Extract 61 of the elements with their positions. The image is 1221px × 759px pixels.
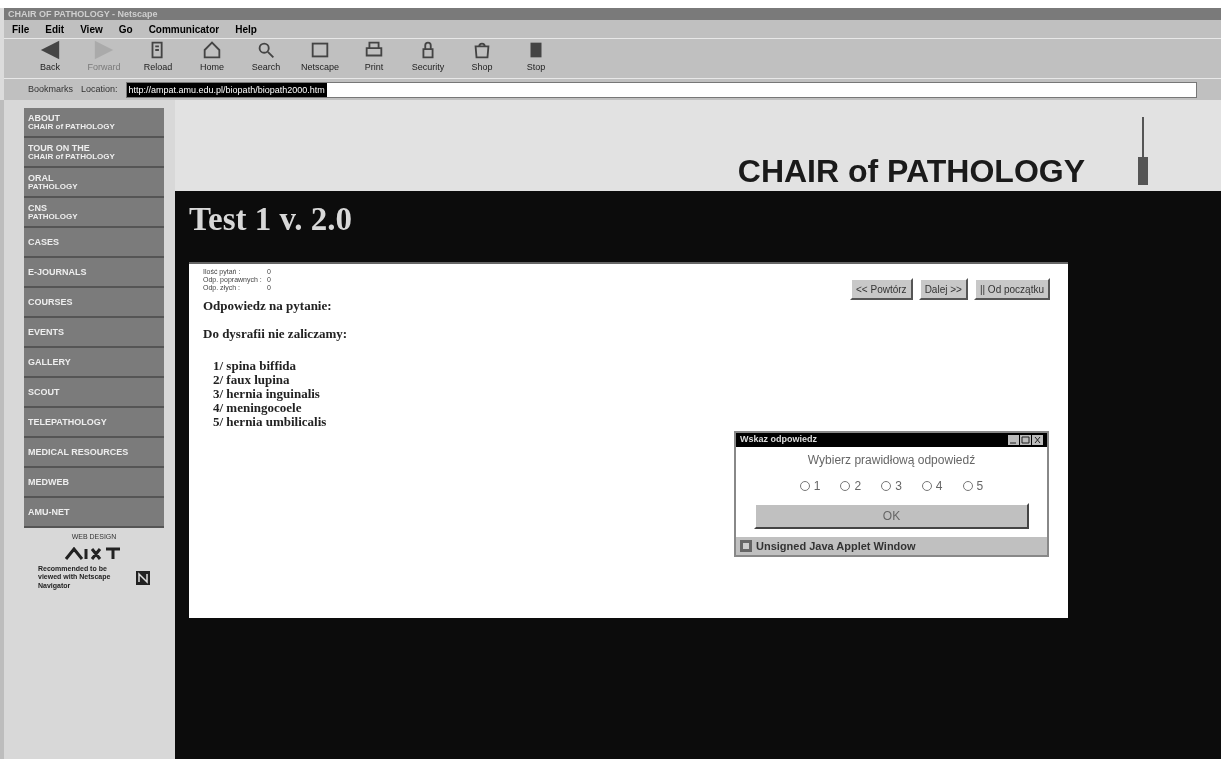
nav-button[interactable]: SCOUT [24,378,164,408]
answer-option: 1/ spina biffida [213,359,851,373]
nav-button[interactable]: ORAL PATHOLOGY [24,168,164,198]
radio-option[interactable]: 1 [799,477,821,495]
nav-button[interactable]: AMU-NET [24,498,164,528]
radio-option[interactable]: 2 [840,477,862,495]
toolbar-button[interactable]: Security [406,38,450,74]
nav-test-button[interactable]: << Powtórz [850,278,913,300]
close-icon[interactable] [1032,435,1043,445]
radio-option[interactable]: 3 [881,477,902,495]
toolbar-button[interactable]: Print [352,38,396,74]
ok-button[interactable]: OK [754,503,1029,529]
nav-button[interactable]: COURSES [24,288,164,318]
answer-option: 5/ hernia umbilicalis [213,415,851,429]
location-label: Location: [81,82,118,96]
radio-option[interactable]: 4 [921,477,943,495]
answer-option: 2/ faux lupina [213,373,851,387]
browser-icon [136,570,150,585]
answer-option: 3/ hernia inguinalis [213,387,851,401]
nav-button[interactable]: TELEPATHOLOGY [24,408,164,438]
applet-status: Unsigned Java Applet Window [756,538,916,554]
nav-button[interactable]: TOUR ON THE CHAIR of PATHOLOGY [24,138,164,168]
menu-item[interactable]: Edit [45,21,65,37]
nav-button[interactable]: EVENTS [24,318,164,348]
toolbar-button[interactable]: Home [190,38,234,74]
nav-button[interactable]: GALLERY [24,348,164,378]
page-heading: Test 1 v. 2.0 [189,203,353,236]
forward-arrow-icon [93,38,115,61]
nav-button[interactable]: MEDWEB [24,468,164,498]
minimize-icon[interactable] [1008,435,1019,445]
toolbar-button[interactable]: Netscape [298,38,342,74]
nav-button[interactable]: MEDICAL RESOURCES [24,438,164,468]
toolbar-button[interactable]: Search [244,38,288,74]
url-field[interactable]: http://ampat.amu.edu.pl/biopath/biopath2000.htm [125,81,1197,98]
applet-warning-icon [740,540,752,552]
radio-option[interactable]: 5 [962,477,984,495]
menu-item[interactable]: View [80,21,103,37]
answer-option: 4/ meningocoele [213,401,851,415]
toolbar-button[interactable]: Reload [136,38,180,74]
question-text: Do dysrafii nie zaliczamy: [203,324,349,343]
nav-button[interactable]: CASES [24,228,164,258]
toolbar-button[interactable]: Stop [514,38,558,74]
site-title: CHAIR of PATHOLOGY [737,155,1085,187]
nav-button[interactable]: ABOUT CHAIR of PATHOLOGY [24,108,164,138]
dialog-title: Wskaz odpowiedz [740,433,817,447]
menu-item[interactable]: File [12,21,30,37]
menu-item[interactable]: Help [235,21,257,37]
nav-button[interactable]: CNS PATHOLOGY [24,198,164,228]
bookmarks-button[interactable]: Bookmarks [28,82,73,97]
toolbar-button[interactable]: Shop [460,38,504,74]
window-title: CHAIR OF PATHOLOGY - Netscape [8,9,158,19]
nav-test-button[interactable]: Dalej >> [918,278,968,300]
nav-test-button[interactable]: || Od początku [973,278,1050,300]
nav-button[interactable]: E-JOURNALS [24,258,164,288]
menu-item[interactable]: Communicator [148,21,220,37]
maximize-icon[interactable] [1020,435,1031,445]
back-arrow-icon [39,38,61,61]
toolbar-button[interactable]: Back [28,38,72,74]
dialog-prompt: Wybierz prawidłową odpowiedź [806,452,977,469]
instruction-text: Odpowiedz na pytanie: [203,297,333,315]
menu-item[interactable]: Go [118,21,133,37]
